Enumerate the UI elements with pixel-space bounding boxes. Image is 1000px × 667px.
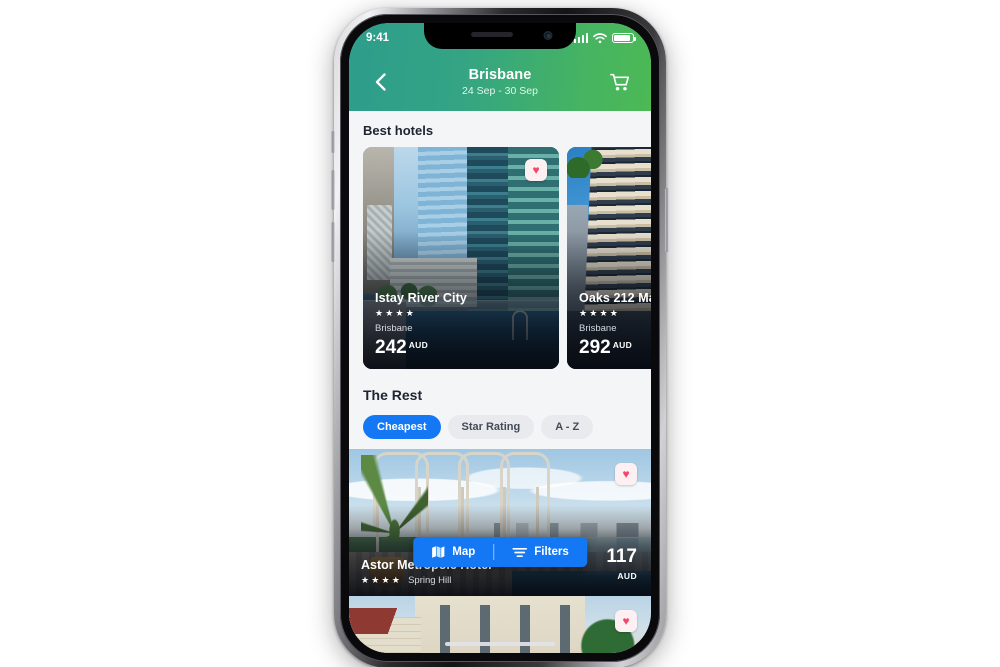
nav-title-block: Brisbane 24 Sep - 30 Sep [395, 67, 605, 98]
phone-screen: Brisbane 24 Sep - 30 Sep 9:41 Best hotel… [349, 23, 651, 653]
hotel-price: 117 AUD [606, 547, 637, 584]
phone-device-frame: Brisbane 24 Sep - 30 Sep 9:41 Best hotel… [334, 8, 666, 667]
hotel-meta: ★★★★ Spring Hill [361, 575, 492, 586]
price-currency: AUD [408, 340, 429, 350]
hotel-city: Brisbane [375, 323, 413, 334]
status-icons [573, 32, 637, 44]
favorite-button[interactable]: ♥ [525, 159, 547, 181]
map-icon [432, 546, 445, 558]
sort-chip-a-z[interactable]: A - Z [541, 415, 594, 439]
home-indicator [445, 642, 555, 646]
screen-bezel: Brisbane 24 Sep - 30 Sep 9:41 Best hotel… [349, 23, 651, 653]
featured-hotel-card[interactable]: Oaks 212 Ma ★★★★ Brisbane 292 AUD [567, 147, 651, 369]
hotel-city: Brisbane [579, 323, 617, 334]
shopping-cart-icon [610, 73, 630, 90]
featured-carousel[interactable]: ♥ Istay River City ★★★★ Brisbane 242AUD [349, 147, 651, 369]
power-button[interactable] [665, 188, 669, 252]
scroll-content[interactable]: Best hotels ♥ Istay River City ★★★★ Bris… [349, 111, 651, 653]
cart-button[interactable] [605, 67, 635, 97]
star-rating: ★★★★ [361, 575, 403, 585]
volume-down-button[interactable] [331, 222, 335, 262]
featured-card-info: Oaks 212 Ma ★★★★ Brisbane 292 AUD [579, 291, 651, 357]
nav-row: Brisbane 24 Sep - 30 Sep [349, 59, 651, 105]
price-currency: AUD [612, 340, 633, 350]
featured-card-info: Istay River City ★★★★ Brisbane 242 AUD [375, 291, 549, 357]
sort-chip-cheapest[interactable]: Cheapest [363, 415, 441, 439]
featured-hotel-card[interactable]: ♥ Istay River City ★★★★ Brisbane 242 AUD [363, 147, 559, 369]
map-label: Map [452, 546, 476, 558]
map-filters-bar[interactable]: Map Filters [413, 537, 587, 567]
favorite-button[interactable]: ♥ [615, 463, 637, 485]
screenshot-stage: Brisbane 24 Sep - 30 Sep 9:41 Best hotel… [0, 0, 1000, 667]
best-hotels-heading: Best hotels [363, 123, 434, 138]
filters-button[interactable]: Filters [494, 537, 587, 567]
hotel-price: 242 AUD [375, 338, 549, 357]
sort-chip-group[interactable]: Cheapest Star Rating A - Z [349, 415, 651, 449]
cellular-bars-icon [573, 33, 588, 43]
price-currency: AUD [617, 571, 637, 581]
price-amount: 292 [579, 337, 611, 358]
device-notch [424, 23, 576, 49]
front-camera [543, 31, 553, 40]
status-time: 9:41 [366, 32, 390, 44]
battery-icon [612, 32, 637, 44]
hotel-price: 292 AUD [579, 338, 651, 357]
star-rating: ★★★★ [579, 308, 621, 318]
chevron-left-icon [375, 73, 386, 91]
hotel-name: Istay River City [375, 291, 467, 305]
price-amount: 117 [606, 546, 637, 567]
filter-icon [512, 547, 528, 557]
page-title: Brisbane [468, 66, 532, 83]
favorite-button[interactable]: ♥ [615, 610, 637, 632]
earpiece-speaker [471, 32, 513, 37]
silence-switch[interactable] [331, 131, 335, 153]
star-rating: ★★★★ [375, 308, 417, 318]
back-button[interactable] [365, 67, 395, 97]
filters-label: Filters [534, 546, 569, 558]
hotel-list-item[interactable]: ♥ Astor Metropole Hotel ★★★★ Spring Hill… [349, 449, 651, 596]
price-amount: 242 [375, 337, 407, 358]
volume-up-button[interactable] [331, 170, 335, 210]
sort-chip-star-rating[interactable]: Star Rating [447, 415, 535, 439]
wifi-icon [593, 32, 607, 43]
map-button[interactable]: Map [413, 537, 493, 567]
the-rest-heading: The Rest [363, 387, 423, 403]
date-range: 24 Sep - 30 Sep [462, 85, 538, 98]
device-inner-bezel: Brisbane 24 Sep - 30 Sep 9:41 Best hotel… [340, 14, 660, 662]
hotel-name: Oaks 212 Ma [579, 291, 651, 305]
hotel-city: Spring Hill [408, 575, 452, 586]
